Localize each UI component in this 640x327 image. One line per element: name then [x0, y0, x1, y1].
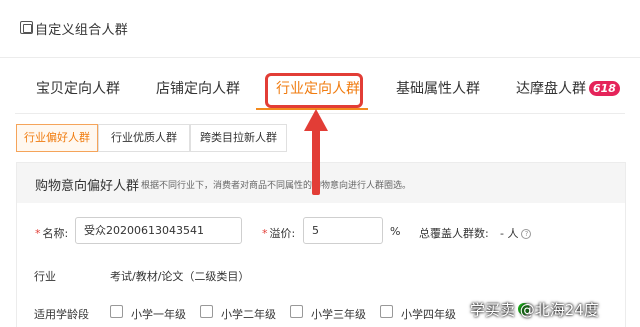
subtab-industry-quality[interactable]: 行业优质人群 [98, 124, 190, 152]
help-icon[interactable]: ? [521, 229, 532, 239]
grade-checkbox-1[interactable] [110, 305, 123, 318]
watermark: 学买卖 @北海24度 [470, 301, 599, 319]
header: 自定义组合人群 [0, 0, 640, 58]
name-label-text: 名称: [42, 227, 69, 240]
grade-option-2: 小学二年级 [221, 308, 276, 321]
tab-product-audience[interactable]: 宝贝定向人群 [36, 78, 120, 98]
page: 自定义组合人群 宝贝定向人群 店铺定向人群 行业定向人群 基础属性人群 达摩盘人… [0, 0, 640, 327]
industry-label: 行业 [34, 270, 56, 283]
custom-group-icon [20, 21, 33, 34]
name-input[interactable]: 受众20200613043541 [75, 217, 242, 244]
grade-checkbox-3[interactable] [290, 305, 303, 318]
grade-checkbox-2[interactable] [200, 305, 213, 318]
red-up-arrow-icon [304, 109, 328, 195]
tab-damopan-audience[interactable]: 达摩盘人群 618 [516, 78, 620, 98]
grade-option-1: 小学一年级 [131, 308, 186, 321]
coverage-value-group: - 人? [500, 225, 532, 241]
name-label: * 名称: [35, 227, 69, 240]
coverage-value: - [500, 227, 504, 240]
active-tab-highlight-box [265, 73, 363, 108]
tab-store-audience[interactable]: 店铺定向人群 [156, 78, 240, 98]
panel-title: 购物意向偏好人群 [35, 179, 140, 194]
coverage-unit: 人 [507, 227, 519, 240]
coverage-label: 总覆盖人群数: [419, 227, 489, 240]
grade-checkbox-4[interactable] [380, 305, 393, 318]
618-badge: 618 [589, 81, 620, 96]
subtab-cross-category[interactable]: 跨类目拉新人群 [190, 124, 287, 152]
premium-label-text: 溢价: [269, 227, 296, 240]
tab-damopan-label: 达摩盘人群 [516, 81, 586, 97]
industry-value: 考试/教材/论文（二级类目） [110, 270, 250, 283]
premium-input[interactable]: 5 [303, 217, 383, 244]
grade-label: 适用学龄段 [34, 308, 89, 321]
premium-label: * 溢价: [262, 227, 296, 240]
grade-option-4: 小学四年级 [401, 308, 456, 321]
page-title: 自定义组合人群 [35, 23, 129, 38]
panel-description: 根据不同行业下，消费者对商品不同属性的购物意向进行人群圈选。 [141, 181, 412, 191]
tab-basic-attributes[interactable]: 基础属性人群 [396, 78, 480, 98]
subtab-industry-preference[interactable]: 行业偏好人群 [16, 124, 98, 152]
premium-unit: % [390, 225, 401, 238]
grade-option-3: 小学三年级 [311, 308, 366, 321]
